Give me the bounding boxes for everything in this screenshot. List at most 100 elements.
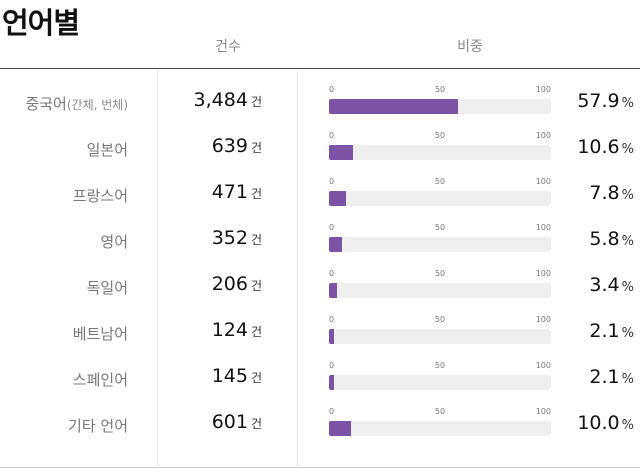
percent-number: 2.1 xyxy=(589,320,620,342)
count-unit: 건 xyxy=(250,141,262,155)
axis-tick-label: 0 xyxy=(329,361,335,370)
percent-number: 7.8 xyxy=(589,182,620,204)
table-row: 독일어 206 건 0 50 100 3.4% xyxy=(0,258,640,304)
count-unit: 건 xyxy=(250,325,262,339)
language-label: 스페인어 xyxy=(73,369,128,390)
count-value: 352 건 xyxy=(212,227,262,249)
count-number: 471 xyxy=(211,181,248,203)
percent-value: 7.8% xyxy=(589,182,634,204)
count-unit: 건 xyxy=(250,187,262,201)
percent-number: 3.4 xyxy=(589,274,620,296)
count-value: 639 건 xyxy=(212,135,262,157)
language-label: 일본어 xyxy=(87,139,128,160)
percent-value: 10.0% xyxy=(577,412,634,434)
count-value: 206 건 xyxy=(212,273,262,295)
page-title: 언어별 xyxy=(2,6,80,40)
table-row: 일본어 639 건 0 50 100 10.6% xyxy=(0,120,640,166)
count-number: 145 xyxy=(211,365,248,387)
axis-tick-label: 50 xyxy=(434,269,446,278)
count-number: 601 xyxy=(211,411,248,433)
percent-value: 2.1% xyxy=(589,320,634,342)
count-number: 124 xyxy=(211,319,248,341)
language-name: 중국어 xyxy=(25,95,67,113)
axis-tick-label: 0 xyxy=(329,177,335,186)
axis-tick-label: 100 xyxy=(535,177,551,186)
axis-tick-label: 100 xyxy=(535,315,551,324)
bar-track xyxy=(329,99,551,114)
axis-tick-label: 100 xyxy=(535,269,551,278)
percent-number: 5.8 xyxy=(589,228,620,250)
count-number: 206 xyxy=(211,273,248,295)
axis-tick-label: 50 xyxy=(434,223,446,232)
bar xyxy=(329,99,458,114)
axis-tick-label: 0 xyxy=(329,85,335,94)
axis-tick-label: 50 xyxy=(434,177,446,186)
percent-sign: % xyxy=(621,372,634,387)
axis-tick-label: 100 xyxy=(535,361,551,370)
percent-sign: % xyxy=(621,280,634,295)
percent-number: 10.6 xyxy=(577,136,620,158)
bar xyxy=(329,375,334,390)
language-label: 기타 언어 xyxy=(68,415,128,436)
bar-track xyxy=(329,329,551,344)
axis-tick-label: 0 xyxy=(329,223,335,232)
table-row: 베트남어 124 건 0 50 100 2.1% xyxy=(0,304,640,350)
language-label: 프랑스어 xyxy=(73,185,128,206)
axis-tick-label: 0 xyxy=(329,407,335,416)
bar-track xyxy=(329,421,551,436)
table-row: 영어 352 건 0 50 100 5.8% xyxy=(0,212,640,258)
percent-value: 57.9% xyxy=(577,90,634,112)
axis-tick-label: 50 xyxy=(434,361,446,370)
percent-value: 2.1% xyxy=(589,366,634,388)
table-row: 중국어(간체, 번체) 3,484 건 0 50 100 57.9% xyxy=(0,74,640,120)
count-number: 352 xyxy=(211,227,248,249)
percent-value: 5.8% xyxy=(589,228,634,250)
count-unit: 건 xyxy=(250,417,262,431)
ratio-column-header: 비중 xyxy=(457,39,483,55)
bar-track xyxy=(329,145,551,160)
axis-tick-label: 50 xyxy=(434,131,446,140)
count-value: 145 건 xyxy=(212,365,262,387)
table-row: 스페인어 145 건 0 50 100 2.1% xyxy=(0,350,640,396)
count-column-header: 건수 xyxy=(215,39,241,55)
language-name: 일본어 xyxy=(86,141,128,159)
count-value: 124 건 xyxy=(212,319,262,341)
count-value: 601 건 xyxy=(212,411,262,433)
language-note: (간체, 번체) xyxy=(66,98,128,112)
axis-tick-label: 0 xyxy=(329,131,335,140)
bar xyxy=(329,145,353,160)
axis-tick-label: 100 xyxy=(535,85,551,94)
bar xyxy=(329,191,347,206)
bar xyxy=(329,329,334,344)
axis-tick-label: 100 xyxy=(535,131,551,140)
language-name: 독일어 xyxy=(86,279,128,297)
language-name: 베트남어 xyxy=(72,325,128,343)
table-row: 프랑스어 471 건 0 50 100 7.8% xyxy=(0,166,640,212)
language-label: 독일어 xyxy=(87,277,128,298)
bar xyxy=(329,283,337,298)
count-unit: 건 xyxy=(250,95,262,109)
percent-sign: % xyxy=(621,326,634,341)
bar xyxy=(329,421,352,436)
bar xyxy=(329,237,342,252)
language-label: 중국어(간체, 번체) xyxy=(25,93,128,114)
bar-track xyxy=(329,191,551,206)
axis-tick-label: 100 xyxy=(535,223,551,232)
count-value: 3,484 건 xyxy=(194,89,262,111)
axis-tick-label: 0 xyxy=(329,315,335,324)
language-label: 영어 xyxy=(100,231,128,252)
axis-tick-label: 100 xyxy=(535,407,551,416)
count-value: 471 건 xyxy=(212,181,262,203)
axis-tick-label: 50 xyxy=(434,85,446,94)
language-name: 스페인어 xyxy=(72,371,128,389)
language-label: 베트남어 xyxy=(73,323,128,344)
count-number: 3,484 xyxy=(193,89,248,111)
percent-sign: % xyxy=(621,418,634,433)
table-row: 기타 언어 601 건 0 50 100 10.0% xyxy=(0,396,640,442)
count-unit: 건 xyxy=(250,279,262,293)
language-name: 프랑스어 xyxy=(72,187,128,205)
bar-track xyxy=(329,283,551,298)
percent-sign: % xyxy=(621,234,634,249)
percent-number: 57.9 xyxy=(577,90,620,112)
count-unit: 건 xyxy=(250,371,262,385)
